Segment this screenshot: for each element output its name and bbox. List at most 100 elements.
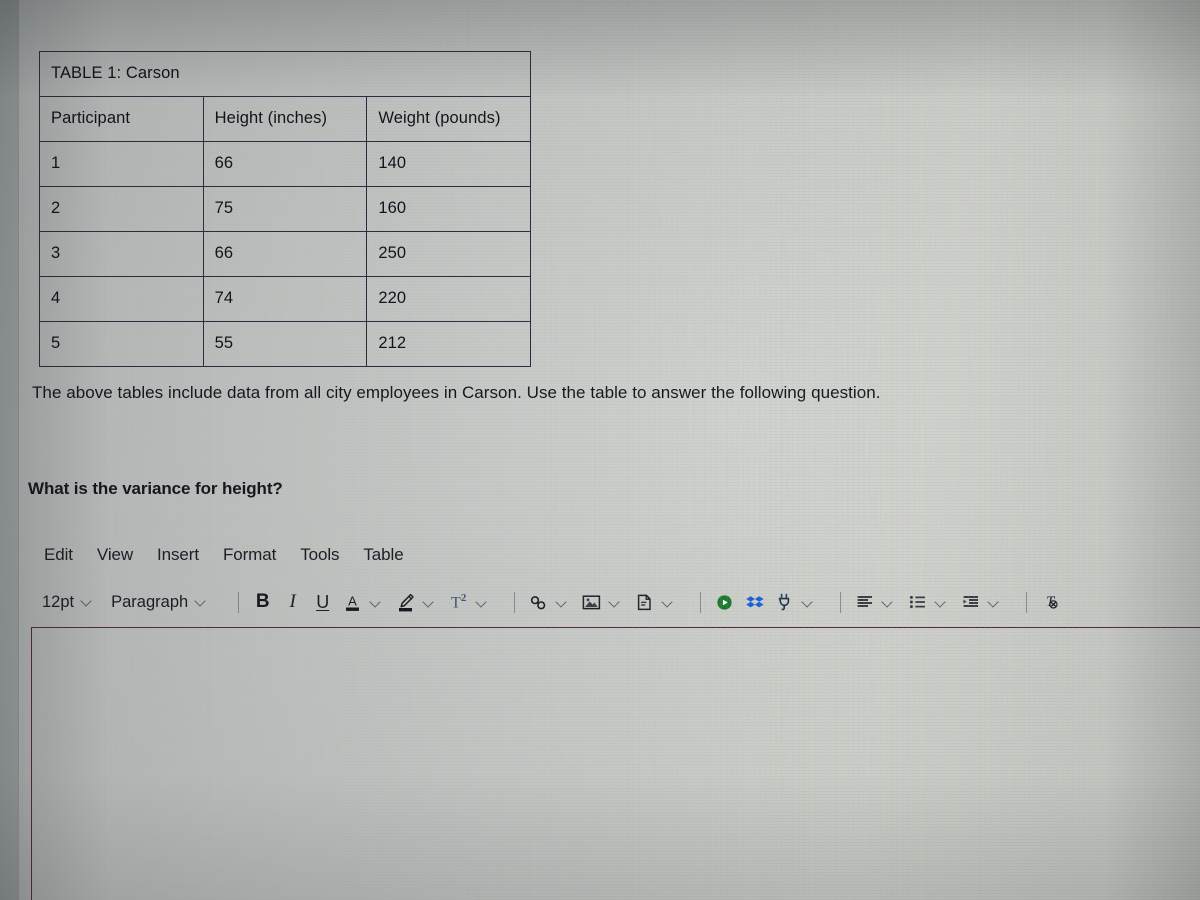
align-dropdown[interactable] xyxy=(877,589,898,615)
column-header-height: Height (inches) xyxy=(202,96,368,142)
chevron-down-icon xyxy=(988,597,999,608)
dropbox-button[interactable] xyxy=(744,589,765,615)
cell-height: 74 xyxy=(202,276,368,322)
highlight-color-button[interactable] xyxy=(395,589,416,615)
plugins-button[interactable] xyxy=(774,589,795,615)
column-header-participant: Participant xyxy=(39,96,204,142)
cell-weight: 140 xyxy=(366,141,531,187)
menu-item-view[interactable]: View xyxy=(97,545,133,565)
plug-icon xyxy=(775,592,794,612)
text-color-button[interactable]: A xyxy=(342,589,363,615)
chevron-down-icon xyxy=(935,597,946,608)
bold-icon: B xyxy=(255,591,270,612)
carson-data-table: TABLE 1: Carson Participant Height (inch… xyxy=(39,51,531,367)
bold-button[interactable]: B xyxy=(252,589,273,615)
align-left-icon xyxy=(855,593,875,611)
question-prompt: What is the variance for height? xyxy=(28,479,283,498)
cell-participant: 4 xyxy=(39,276,204,322)
insert-link-button[interactable] xyxy=(528,589,549,615)
chevron-down-icon xyxy=(476,597,487,608)
cell-weight: 250 xyxy=(366,231,531,277)
bulleted-list-icon xyxy=(908,593,928,611)
cell-weight: 160 xyxy=(366,186,531,232)
superscript-dropdown[interactable] xyxy=(471,589,492,615)
indent-icon xyxy=(961,593,981,611)
cell-participant: 3 xyxy=(39,231,204,277)
media-play-icon xyxy=(715,593,734,612)
underline-button[interactable]: U xyxy=(312,589,333,615)
image-icon xyxy=(581,593,602,612)
link-icon xyxy=(528,593,549,612)
italic-icon: I xyxy=(289,591,296,612)
dropbox-icon xyxy=(745,593,765,612)
chevron-down-icon xyxy=(370,597,381,608)
editor-menubar: Edit View Insert Format Tools Table xyxy=(44,545,404,565)
chevron-down-icon xyxy=(556,597,567,608)
superscript-button[interactable]: T2 xyxy=(448,589,469,615)
cell-height: 66 xyxy=(202,231,368,277)
intro-paragraph: The above tables include data from all c… xyxy=(32,383,881,402)
toolbar-divider xyxy=(514,591,516,613)
editor-content-area[interactable] xyxy=(31,627,1200,900)
insert-image-button[interactable] xyxy=(581,589,602,615)
highlighter-pen-icon xyxy=(396,592,416,613)
indent-dropdown[interactable] xyxy=(983,589,1004,615)
chevron-down-icon xyxy=(609,597,620,608)
highlight-color-dropdown[interactable] xyxy=(418,589,439,615)
table-row: 5 55 212 xyxy=(39,321,531,367)
document-icon xyxy=(635,593,654,612)
table-row: 3 66 250 xyxy=(39,231,531,277)
chevron-down-icon xyxy=(195,596,206,607)
clear-formatting-button[interactable]: T xyxy=(1040,589,1061,615)
table-title: TABLE 1: Carson xyxy=(39,51,531,97)
table-row: 4 74 220 xyxy=(39,276,531,322)
block-format-value: Paragraph xyxy=(111,592,189,611)
cell-weight: 220 xyxy=(366,276,531,322)
insert-link-dropdown[interactable] xyxy=(551,589,572,615)
cell-participant: 2 xyxy=(39,186,204,232)
cell-height: 55 xyxy=(202,321,368,367)
insert-document-dropdown[interactable] xyxy=(657,589,678,615)
table-row: 2 75 160 xyxy=(39,186,531,232)
align-button[interactable] xyxy=(854,589,875,615)
table-title-row: TABLE 1: Carson xyxy=(39,51,531,97)
menu-item-insert[interactable]: Insert xyxy=(157,545,199,565)
svg-text:A: A xyxy=(348,593,357,608)
insert-document-button[interactable] xyxy=(634,589,655,615)
chevron-down-icon xyxy=(802,597,813,608)
cell-weight: 212 xyxy=(366,321,531,367)
text-color-icon: A xyxy=(343,592,362,613)
menu-item-format[interactable]: Format xyxy=(223,545,276,565)
table-header-row: Participant Height (inches) Weight (poun… xyxy=(39,96,531,142)
block-format-select[interactable]: Paragraph xyxy=(111,593,206,612)
text-color-dropdown[interactable] xyxy=(365,589,386,615)
chevron-down-icon xyxy=(423,597,434,608)
underline-icon: U xyxy=(316,591,330,612)
editor-toolbar: 12pt Paragraph B I U A T2 T xyxy=(42,587,1070,617)
cell-height: 66 xyxy=(202,141,368,187)
toolbar-divider xyxy=(700,591,702,613)
insert-image-dropdown[interactable] xyxy=(604,589,625,615)
plugins-dropdown[interactable] xyxy=(797,589,818,615)
italic-button[interactable]: I xyxy=(282,589,303,615)
menu-item-tools[interactable]: Tools xyxy=(300,545,339,565)
toolbar-divider xyxy=(840,591,842,613)
table-row: 1 66 140 xyxy=(39,141,531,187)
cell-participant: 5 xyxy=(39,321,204,367)
insert-media-button[interactable] xyxy=(714,589,735,615)
chevron-down-icon xyxy=(882,597,893,608)
font-size-select[interactable]: 12pt xyxy=(42,593,92,612)
clear-formatting-icon: T xyxy=(1040,592,1061,612)
cell-participant: 1 xyxy=(39,141,204,187)
list-button[interactable] xyxy=(907,589,928,615)
menu-item-table[interactable]: Table xyxy=(363,545,403,565)
list-dropdown[interactable] xyxy=(930,589,951,615)
font-size-value: 12pt xyxy=(42,592,75,611)
column-header-weight: Weight (pounds) xyxy=(366,96,531,142)
superscript-icon: T2 xyxy=(451,591,467,612)
indent-button[interactable] xyxy=(960,589,981,615)
chevron-down-icon xyxy=(81,596,92,607)
cell-height: 75 xyxy=(202,186,368,232)
menu-item-edit[interactable]: Edit xyxy=(44,545,73,565)
toolbar-divider xyxy=(1026,591,1028,613)
